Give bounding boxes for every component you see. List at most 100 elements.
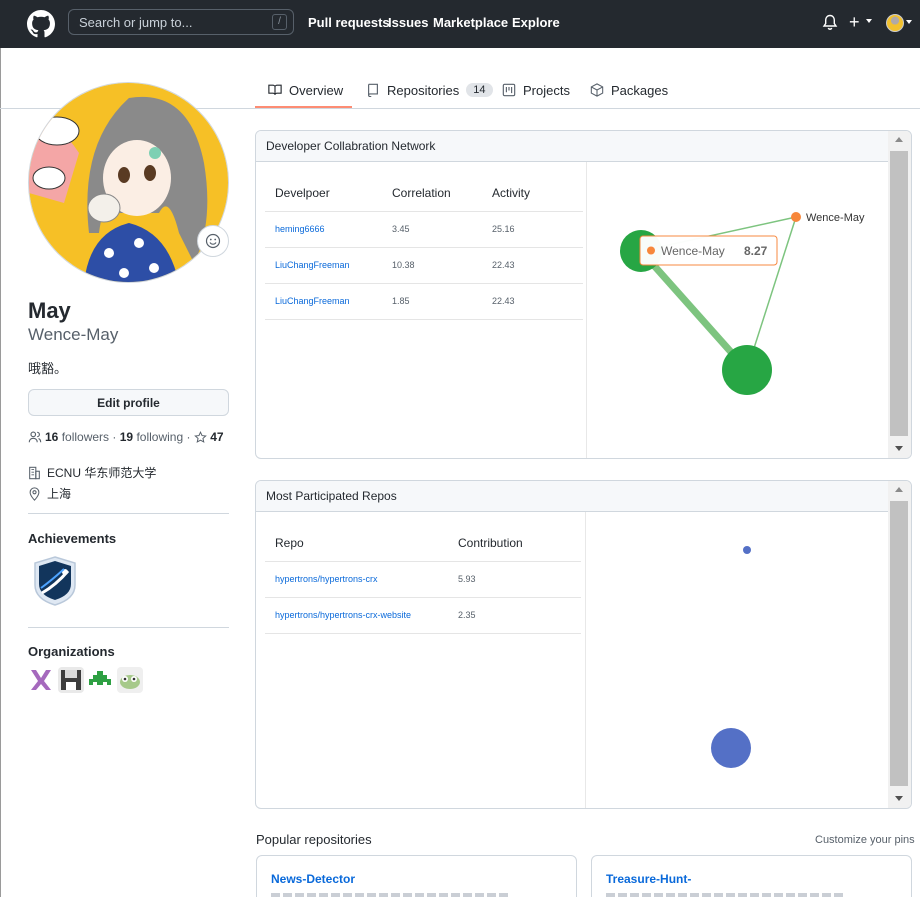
activity-cell: 25.16 bbox=[482, 211, 583, 248]
correlation-cell: 3.45 bbox=[382, 211, 482, 248]
scrollbar-thumb[interactable] bbox=[890, 151, 908, 436]
followers-link[interactable]: 16 followers bbox=[45, 430, 109, 444]
star-icon bbox=[193, 430, 207, 443]
tooltip-value: 8.27 bbox=[744, 244, 768, 258]
scroll-up-arrow-icon[interactable] bbox=[895, 487, 903, 492]
repo-network-graph[interactable] bbox=[586, 512, 889, 809]
scroll-down-arrow-icon[interactable] bbox=[895, 446, 903, 451]
project-board-icon bbox=[502, 83, 516, 97]
repositories-count-badge: 14 bbox=[466, 83, 493, 97]
slash-shortcut-hint: / bbox=[272, 14, 287, 30]
network-node-self[interactable] bbox=[791, 212, 801, 222]
follow-stats: 16 followers · 19 following · 47 bbox=[28, 430, 224, 444]
notifications-bell-icon[interactable] bbox=[822, 14, 838, 32]
panel-scrollbar[interactable] bbox=[888, 131, 911, 458]
tab-overview[interactable]: Overview bbox=[268, 80, 343, 100]
scroll-up-arrow-icon[interactable] bbox=[895, 137, 903, 142]
followers-label: followers bbox=[61, 430, 110, 444]
tab-packages-label: Packages bbox=[611, 82, 669, 98]
table-row: LiuChangFreeman 1.85 22.43 bbox=[265, 283, 583, 320]
developer-link[interactable]: heming6666 bbox=[265, 211, 382, 248]
search-input[interactable] bbox=[79, 14, 259, 31]
create-caret-icon[interactable] bbox=[866, 19, 872, 23]
company-name: ECNU 华东师范大学 bbox=[47, 466, 157, 480]
participated-repos-title: Most Participated Repos bbox=[256, 481, 889, 512]
scroll-down-arrow-icon[interactable] bbox=[895, 796, 903, 801]
panel-scrollbar[interactable] bbox=[888, 481, 911, 808]
activity-cell: 22.43 bbox=[482, 247, 583, 284]
table-row: heming6666 3.45 25.16 bbox=[265, 211, 583, 248]
tab-projects[interactable]: Projects bbox=[502, 80, 570, 100]
repo-description bbox=[271, 893, 511, 897]
organization-icon bbox=[29, 466, 40, 479]
repo-node[interactable] bbox=[743, 546, 751, 554]
tab-repositories[interactable]: Repositories 14 bbox=[366, 80, 493, 100]
sidebar-divider bbox=[28, 513, 229, 514]
achievement-badge[interactable] bbox=[32, 555, 78, 607]
following-link[interactable]: 19 following bbox=[120, 430, 183, 444]
repo-link[interactable]: hypertrons/hypertrons-crx-website bbox=[265, 597, 448, 634]
location-name: 上海 bbox=[47, 487, 72, 501]
top-header: / Pull requests Issues Marketplace Explo… bbox=[0, 0, 920, 48]
repo-node[interactable] bbox=[711, 728, 751, 768]
developer-link[interactable]: LiuChangFreeman bbox=[265, 247, 382, 284]
table-row: LiuChangFreeman 10.38 22.43 bbox=[265, 247, 583, 284]
table-row: hypertrons/hypertrons-crx 5.93 bbox=[265, 561, 581, 598]
nav-issues[interactable]: Issues bbox=[388, 15, 428, 30]
nav-marketplace[interactable]: Marketplace bbox=[433, 15, 508, 30]
dot-separator: · bbox=[112, 430, 117, 444]
customize-pins-link[interactable]: Customize your pins bbox=[815, 834, 915, 846]
people-icon bbox=[28, 431, 42, 443]
repo-link[interactable]: hypertrons/hypertrons-crx bbox=[265, 561, 448, 598]
popular-repositories-title: Popular repositories bbox=[256, 832, 372, 847]
org-avatar-3[interactable] bbox=[87, 667, 113, 693]
create-new-plus-icon[interactable]: + bbox=[849, 12, 860, 32]
repo-icon bbox=[368, 83, 378, 97]
user-avatar-menu[interactable] bbox=[886, 14, 904, 32]
tab-packages[interactable]: Packages bbox=[590, 80, 668, 100]
organizations-title: Organizations bbox=[28, 644, 115, 659]
tab-overview-label: Overview bbox=[289, 82, 344, 98]
column-header: Repo bbox=[265, 525, 448, 562]
profile-avatar[interactable] bbox=[28, 82, 229, 283]
location-pin-icon bbox=[29, 486, 40, 501]
org-avatar-4[interactable] bbox=[117, 667, 143, 693]
dot-separator: · bbox=[186, 430, 191, 444]
profile-login: Wence-May bbox=[28, 325, 119, 344]
nav-explore[interactable]: Explore bbox=[512, 15, 560, 30]
following-count: 19 bbox=[119, 430, 134, 444]
smiley-icon bbox=[205, 233, 221, 249]
following-label: following bbox=[136, 430, 184, 444]
search-box[interactable]: / bbox=[68, 9, 294, 35]
tab-projects-label: Projects bbox=[523, 82, 570, 98]
correlation-cell: 1.85 bbox=[382, 283, 482, 320]
table-row: hypertrons/hypertrons-crx-website 2.35 bbox=[265, 597, 581, 634]
collaboration-network-graph[interactable]: Wence-May Wence-May 8.27 bbox=[587, 162, 889, 459]
scrollbar-thumb[interactable] bbox=[890, 501, 908, 786]
github-logo-icon[interactable] bbox=[27, 10, 55, 38]
column-header: Develpoer bbox=[265, 175, 382, 212]
activity-cell: 22.43 bbox=[482, 283, 583, 320]
set-status-button[interactable] bbox=[197, 225, 229, 257]
repos-table: Repo Contribution hypertrons/hypertrons-… bbox=[265, 525, 581, 634]
developer-network-panel: Developer Collabration Network Develpoer… bbox=[255, 130, 912, 459]
pinned-repo-card: News-Detector bbox=[256, 855, 577, 897]
stars-link[interactable]: 47 bbox=[193, 430, 224, 444]
avatar-caret-icon[interactable] bbox=[906, 20, 912, 24]
developer-table: Develpoer Correlation Activity heming666… bbox=[265, 175, 583, 320]
column-header: Contribution bbox=[448, 525, 581, 562]
network-node[interactable] bbox=[722, 345, 772, 395]
pinned-repo-link[interactable]: Treasure-Hunt- bbox=[606, 872, 691, 886]
book-icon bbox=[268, 84, 282, 95]
developer-link[interactable]: LiuChangFreeman bbox=[265, 283, 382, 320]
location-info: 上海 bbox=[28, 485, 71, 502]
org-avatar-2[interactable] bbox=[58, 667, 84, 693]
sidebar-divider bbox=[28, 627, 229, 628]
pinned-repo-link[interactable]: News-Detector bbox=[271, 872, 355, 886]
nav-pull-requests[interactable]: Pull requests bbox=[308, 15, 390, 30]
org-avatar-1[interactable] bbox=[28, 667, 54, 693]
network-node-label: Wence-May bbox=[806, 212, 865, 224]
correlation-cell: 10.38 bbox=[382, 247, 482, 284]
edit-profile-button[interactable]: Edit profile bbox=[28, 389, 229, 416]
graph-tooltip: Wence-May 8.27 bbox=[639, 235, 778, 266]
